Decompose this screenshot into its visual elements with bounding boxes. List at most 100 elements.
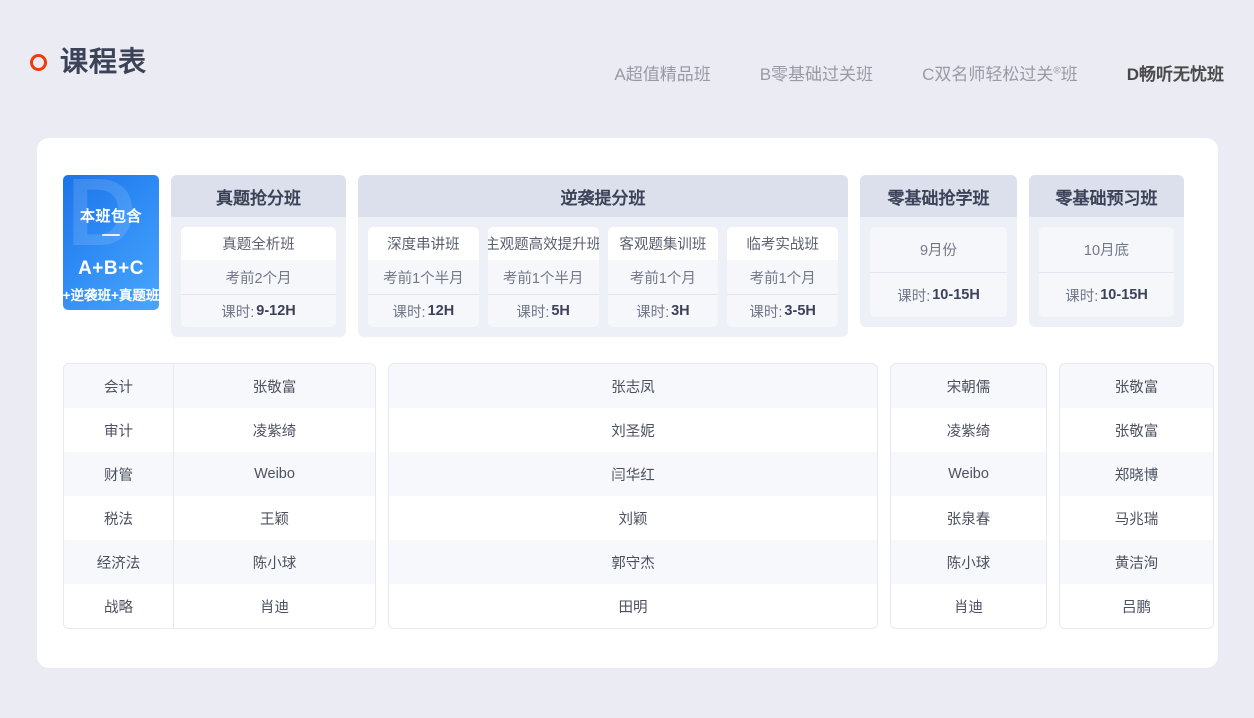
table-row: 田明 xyxy=(389,584,877,628)
teacher-table-yuxi: 张敬富 张敬富 郑晓博 马兆瑞 黄洁洵 吕鹏 xyxy=(1059,363,1214,629)
group-yuxi-title: 零基础预习班 xyxy=(1029,175,1184,217)
subclass-hours-value: 12H xyxy=(428,303,455,319)
table-row: 肖迪 xyxy=(891,584,1046,628)
table-row: 经济法陈小球 xyxy=(64,540,375,584)
table-row: 张敬富 xyxy=(1060,408,1213,452)
table-row: 税法王颖 xyxy=(64,496,375,540)
subclass-name: 客观题集训班 xyxy=(608,227,719,260)
subclass-time: 考前1个半月 xyxy=(488,260,599,294)
subclass-hours-label: 课时: xyxy=(221,301,254,322)
subclass-name: 临考实战班 xyxy=(727,227,838,260)
subject-cell: 经济法 xyxy=(64,540,174,584)
subclass-hours-value: 3H xyxy=(671,303,690,319)
group-qiangxue-title: 零基础抢学班 xyxy=(860,175,1017,217)
tab-c-suffix: 班 xyxy=(1061,65,1078,84)
tab-a[interactable]: A超值精品班 xyxy=(614,60,710,85)
table-row: 战略肖迪 xyxy=(64,584,375,628)
table-row: 凌紫绮 xyxy=(891,408,1046,452)
subclass-card[interactable]: 深度串讲班 考前1个半月 课时:12H xyxy=(368,227,479,327)
teacher-cell: 马兆瑞 xyxy=(1060,496,1213,540)
tab-b[interactable]: B零基础过关班 xyxy=(760,60,873,85)
subclass-hours-value: 10-15H xyxy=(932,287,980,303)
package-badge: D 本班包含 A+B+C +逆袭班+真题班 xyxy=(63,175,159,310)
subclass-card[interactable]: 主观题高效提升班 考前1个半月 课时:5H xyxy=(488,227,599,327)
teacher-cell: 刘颖 xyxy=(389,496,877,540)
table-row: 吕鹏 xyxy=(1060,584,1213,628)
group-nixi-title: 逆袭提分班 xyxy=(358,175,848,217)
table-row: 闫华红 xyxy=(389,452,877,496)
teacher-cell: 肖迪 xyxy=(891,584,1046,628)
subclass-time: 考前1个半月 xyxy=(368,260,479,294)
subclass-time: 10月底 xyxy=(1039,227,1174,272)
group-zhenti-body: 真题全析班 考前2个月 课时:9-12H xyxy=(171,217,346,337)
teacher-cell: Weibo xyxy=(891,452,1046,496)
badge-combo: A+B+C xyxy=(78,258,144,280)
teacher-cell: 张志凤 xyxy=(389,364,877,408)
group-qiangxue-body: 9月份 课时:10-15H xyxy=(860,217,1017,327)
teacher-cell: 王颖 xyxy=(174,496,375,540)
table-row: 郭守杰 xyxy=(389,540,877,584)
teacher-cell: 凌紫绮 xyxy=(174,408,375,452)
table-row: 郑晓博 xyxy=(1060,452,1213,496)
subclass-card[interactable]: 客观题集训班 考前1个月 课时:3H xyxy=(608,227,719,327)
teacher-table-qiangxue: 宋朝儒 凌紫绮 Weibo 张泉春 陈小球 肖迪 xyxy=(890,363,1047,629)
table-row: 刘圣妮 xyxy=(389,408,877,452)
class-type-tabs: A超值精品班 B零基础过关班 C双名师轻松过关®班 D畅听无忧班 xyxy=(614,60,1224,85)
schedule-page: 课程表 A超值精品班 B零基础过关班 C双名师轻松过关®班 D畅听无忧班 D 本… xyxy=(0,0,1254,718)
subject-cell: 战略 xyxy=(64,584,174,628)
teacher-table-nixi: 张志凤 刘圣妮 闫华红 刘颖 郭守杰 田明 xyxy=(388,363,878,629)
tab-d[interactable]: D畅听无忧班 xyxy=(1127,60,1224,85)
teacher-cell: 肖迪 xyxy=(174,584,375,628)
teacher-table-zhenti: 会计张敬富 审计凌紫绮 财管Weibo 税法王颖 经济法陈小球 战略肖迪 xyxy=(63,363,376,629)
subclass-name: 主观题高效提升班 xyxy=(488,227,599,260)
schedule-card: D 本班包含 A+B+C +逆袭班+真题班 真题抢分班 真题全析班 考前2个月 … xyxy=(37,138,1218,668)
page-title: 课程表 xyxy=(60,48,147,76)
subject-cell: 税法 xyxy=(64,496,174,540)
tab-c[interactable]: C双名师轻松过关®班 xyxy=(922,60,1078,85)
subclass-time: 考前1个月 xyxy=(727,260,838,294)
class-group-row: D 本班包含 A+B+C +逆袭班+真题班 真题抢分班 真题全析班 考前2个月 … xyxy=(63,175,1184,337)
subclass-card[interactable]: 10月底 课时:10-15H xyxy=(1039,227,1174,317)
teacher-cell: 张敬富 xyxy=(1060,364,1213,408)
badge-includes-label: 本班包含 xyxy=(80,205,142,226)
table-row: 刘颖 xyxy=(389,496,877,540)
subclass-card[interactable]: 真题全析班 考前2个月 课时:9-12H xyxy=(181,227,336,327)
subclass-hours-label: 课时: xyxy=(897,285,930,306)
subclass-card[interactable]: 临考实战班 考前1个月 课时:3-5H xyxy=(727,227,838,327)
subclass-card[interactable]: 9月份 课时:10-15H xyxy=(870,227,1007,317)
subclass-hours-label: 课时: xyxy=(1065,285,1098,306)
subclass-name: 深度串讲班 xyxy=(368,227,479,260)
tab-c-label: C双名师轻松过关 xyxy=(922,65,1053,84)
brand: 课程表 xyxy=(30,48,147,76)
teacher-cell: 张泉春 xyxy=(891,496,1046,540)
subclass-hours-value: 10-15H xyxy=(1100,287,1148,303)
teacher-cell: 张敬富 xyxy=(1060,408,1213,452)
page-header: 课程表 A超值精品班 B零基础过关班 C双名师轻松过关®班 D畅听无忧班 xyxy=(0,0,1254,118)
group-qiangxue: 零基础抢学班 9月份 课时:10-15H xyxy=(860,175,1017,327)
table-row: 宋朝儒 xyxy=(891,364,1046,408)
table-row: 会计张敬富 xyxy=(64,364,375,408)
subclass-hours: 课时:5H xyxy=(488,294,599,327)
table-row: Weibo xyxy=(891,452,1046,496)
teacher-cell: 田明 xyxy=(389,584,877,628)
teacher-cell: 陈小球 xyxy=(891,540,1046,584)
table-row: 财管Weibo xyxy=(64,452,375,496)
teacher-cell: 陈小球 xyxy=(174,540,375,584)
group-nixi-body: 深度串讲班 考前1个半月 课时:12H 主观题高效提升班 考前1个半月 课时:5… xyxy=(358,217,848,337)
registered-mark: ® xyxy=(1053,65,1060,76)
teacher-cell: 郭守杰 xyxy=(389,540,877,584)
teacher-cell: 黄洁洵 xyxy=(1060,540,1213,584)
subclass-hours-value: 3-5H xyxy=(784,303,815,319)
subclass-hours: 课时:12H xyxy=(368,294,479,327)
teacher-cell: 郑晓博 xyxy=(1060,452,1213,496)
teacher-cell: 凌紫绮 xyxy=(891,408,1046,452)
table-row: 张志凤 xyxy=(389,364,877,408)
subclass-hours: 课时:3H xyxy=(608,294,719,327)
subject-cell: 财管 xyxy=(64,452,174,496)
subclass-time: 9月份 xyxy=(870,227,1007,272)
group-zhenti: 真题抢分班 真题全析班 考前2个月 课时:9-12H xyxy=(171,175,346,337)
teacher-cell: 宋朝儒 xyxy=(891,364,1046,408)
table-row: 张敬富 xyxy=(1060,364,1213,408)
badge-divider xyxy=(102,234,120,236)
group-yuxi-body: 10月底 课时:10-15H xyxy=(1029,217,1184,327)
